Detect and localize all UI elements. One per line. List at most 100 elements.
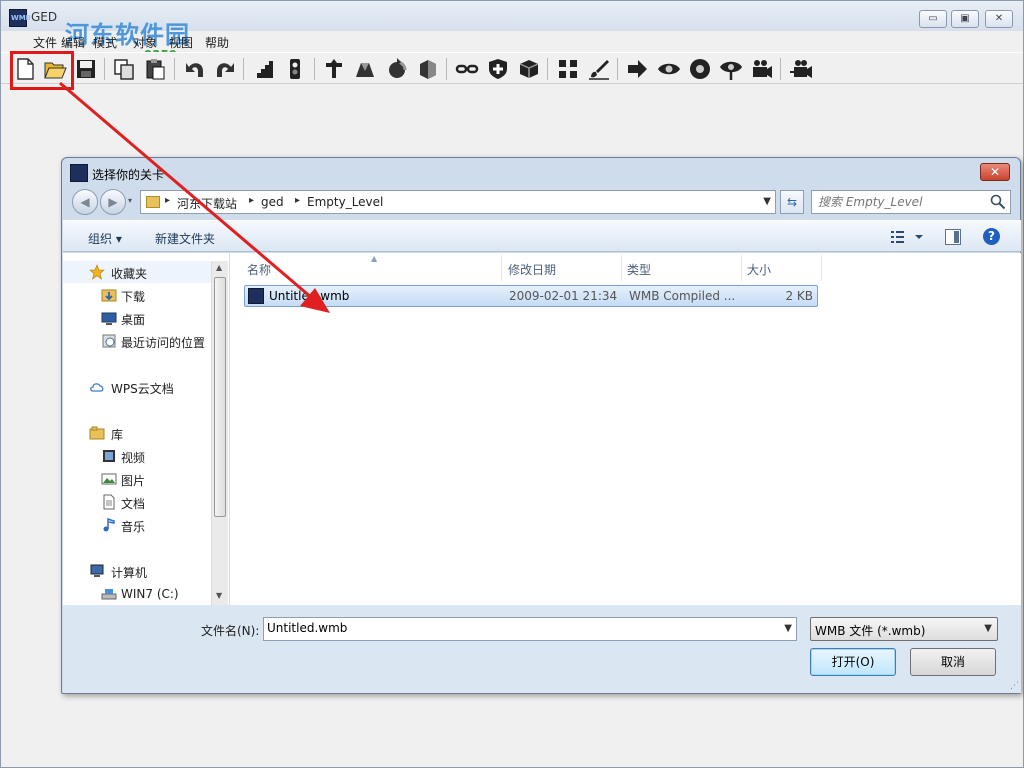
column-header-name[interactable]: 名称 xyxy=(247,261,271,278)
view-options-icon[interactable] xyxy=(889,227,929,247)
navigation-pane: 收藏夹 下载 桌面 最近访问的位置 WPS云文档 库 视频 图片 文档 音乐 计… xyxy=(63,253,229,605)
breadcrumb-item[interactable]: ged xyxy=(261,195,284,209)
nav-item-computer[interactable]: 计算机 xyxy=(63,560,213,582)
camera-settings-icon[interactable] xyxy=(789,57,813,81)
menu-bar: 文件 编辑 模式 对象 视图 帮助 xyxy=(1,31,1023,51)
nav-item-recent[interactable]: 最近访问的位置 xyxy=(63,330,211,352)
redo-icon[interactable] xyxy=(213,57,237,81)
entity-icon[interactable] xyxy=(322,57,346,81)
filetype-dropdown-icon[interactable]: ▼ xyxy=(984,623,992,634)
preview-pane-icon[interactable] xyxy=(945,229,961,245)
nav-item-favorites[interactable]: 收藏夹 xyxy=(63,261,213,283)
import-icon[interactable] xyxy=(626,57,650,81)
pane-divider[interactable] xyxy=(229,253,230,605)
dialog-close-button[interactable]: ✕ xyxy=(980,163,1010,181)
menu-view[interactable]: 视图 xyxy=(169,34,193,51)
title-bar[interactable]: WMB GED 河东软件园 www.pc0359.cn ▭ ▣ ✕ xyxy=(1,1,1023,62)
back-button[interactable]: ◀ xyxy=(72,189,98,215)
nav-item-wps-cloud[interactable]: WPS云文档 xyxy=(63,376,213,398)
column-separator[interactable] xyxy=(741,255,742,281)
column-header-modified[interactable]: 修改日期 xyxy=(508,261,556,278)
eye-pin-icon[interactable] xyxy=(719,57,743,81)
scrollbar-thumb[interactable] xyxy=(214,277,226,517)
resize-grip-icon[interactable]: ⋰ xyxy=(1010,681,1019,691)
nav-item-videos[interactable]: 视频 xyxy=(63,445,213,467)
terrain-icon[interactable] xyxy=(353,57,377,81)
stairs-icon[interactable] xyxy=(252,57,276,81)
nav-item-desktop[interactable]: 桌面 xyxy=(63,307,213,329)
restore-button[interactable]: ▣ xyxy=(951,10,979,28)
address-dropdown-icon[interactable]: ▼ xyxy=(763,196,771,207)
column-header-size[interactable]: 大小 xyxy=(747,261,771,278)
nav-label: 文档 xyxy=(121,497,146,511)
menu-object[interactable]: 对象 xyxy=(133,34,157,51)
new-folder-button[interactable]: 新建文件夹 xyxy=(155,230,215,247)
column-separator[interactable] xyxy=(821,255,822,281)
link-icon[interactable] xyxy=(455,57,479,81)
search-box[interactable] xyxy=(811,190,1011,214)
history-dropdown-icon[interactable]: ▾ xyxy=(128,196,132,205)
refresh-button[interactable]: ⇆ xyxy=(780,190,804,214)
paint-icon[interactable] xyxy=(587,57,611,81)
library-icon xyxy=(89,426,105,440)
undo-icon[interactable] xyxy=(183,57,207,81)
cancel-button[interactable]: 取消 xyxy=(910,648,996,676)
nav-item-pictures[interactable]: 图片 xyxy=(63,468,213,490)
nav-scrollbar[interactable]: ▲ ▼ xyxy=(211,261,228,605)
help-icon[interactable]: ? xyxy=(983,228,1000,245)
forward-button[interactable]: ▶ xyxy=(100,189,126,215)
rotate-icon[interactable] xyxy=(385,57,409,81)
cube-icon[interactable] xyxy=(517,57,541,81)
music-icon xyxy=(103,517,115,532)
filename-combobox[interactable]: ▼ xyxy=(263,617,797,641)
breadcrumb-item[interactable]: 河东下载站 xyxy=(177,195,237,212)
column-header-type[interactable]: 类型 xyxy=(627,261,651,278)
search-icon[interactable] xyxy=(990,194,1006,210)
nav-item-music[interactable]: 音乐 xyxy=(63,514,213,536)
breadcrumb-arrow-icon[interactable]: ▸ xyxy=(249,195,254,206)
move-all-icon[interactable] xyxy=(556,57,580,81)
nav-label: 视频 xyxy=(121,451,146,465)
menu-file[interactable]: 文件 xyxy=(33,34,57,51)
nav-item-downloads[interactable]: 下载 xyxy=(63,284,213,306)
menu-help[interactable]: 帮助 xyxy=(205,34,229,51)
dialog-title-bar[interactable]: 选择你的关卡 ✕ xyxy=(62,158,1020,186)
nav-item-documents[interactable]: 文档 xyxy=(63,491,213,513)
file-row[interactable]: Untitled.wmb 2009-02-01 21:34 WMB Compil… xyxy=(244,285,818,307)
breadcrumb-arrow-icon[interactable]: ▸ xyxy=(165,195,170,206)
address-bar[interactable]: ▸ 河东下载站 ▸ ged ▸ Empty_Level ▼ xyxy=(140,190,776,214)
close-window-button[interactable]: ✕ xyxy=(985,10,1013,28)
breadcrumb-arrow-icon[interactable]: ▸ xyxy=(295,195,300,206)
search-input[interactable] xyxy=(818,195,988,209)
filename-input[interactable] xyxy=(267,621,767,635)
copy-icon[interactable] xyxy=(112,57,136,81)
pictures-icon xyxy=(101,473,117,485)
organize-button[interactable]: 组织 ▾ xyxy=(88,230,122,247)
save-icon[interactable] xyxy=(74,57,98,81)
nav-item-libraries[interactable]: 库 xyxy=(63,422,213,444)
paste-icon[interactable] xyxy=(143,57,167,81)
light-icon[interactable] xyxy=(283,57,307,81)
block-icon[interactable] xyxy=(416,57,440,81)
minimize-button[interactable]: ▭ xyxy=(919,10,947,28)
filename-dropdown-icon[interactable]: ▼ xyxy=(784,623,792,634)
file-size: 2 KB xyxy=(785,289,813,303)
eye-icon[interactable] xyxy=(657,57,681,81)
shield-icon[interactable] xyxy=(486,57,510,81)
scroll-up-icon[interactable]: ▲ xyxy=(216,263,222,272)
camera-icon[interactable] xyxy=(750,57,774,81)
breadcrumb-item[interactable]: Empty_Level xyxy=(307,195,383,209)
nav-item-drive-c[interactable]: WIN7 (C:) xyxy=(63,583,213,605)
filetype-value: WMB 文件 (*.wmb) xyxy=(815,624,926,638)
column-separator[interactable] xyxy=(501,255,502,281)
filename-label: 文件名(N): xyxy=(201,624,260,638)
column-separator[interactable] xyxy=(621,255,622,281)
eye-rotate-icon[interactable] xyxy=(688,57,712,81)
open-button[interactable]: 打开(O) xyxy=(810,648,896,676)
scroll-down-icon[interactable]: ▼ xyxy=(216,591,222,600)
menu-edit[interactable]: 编辑 xyxy=(61,34,85,51)
filetype-select[interactable]: WMB 文件 (*.wmb) ▼ xyxy=(810,617,998,641)
menu-mode[interactable]: 模式 xyxy=(93,34,117,51)
app-title: GED xyxy=(31,10,58,24)
file-modified: 2009-02-01 21:34 xyxy=(509,289,618,303)
